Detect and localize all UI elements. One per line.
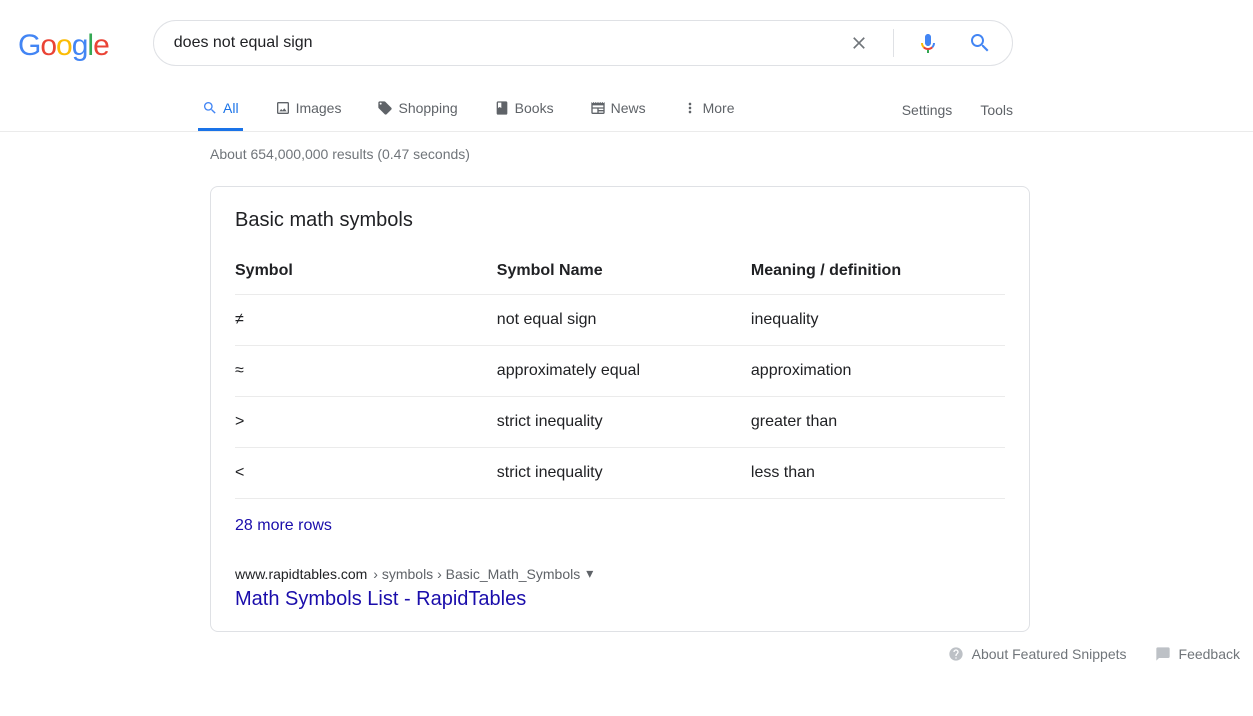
google-logo[interactable]: Google (18, 29, 109, 63)
tag-icon (377, 100, 393, 116)
voice-search-icon[interactable] (910, 31, 946, 55)
feedback-icon (1155, 646, 1171, 662)
book-icon (494, 100, 510, 116)
tab-more[interactable]: More (678, 88, 739, 131)
result-stats: About 654,000,000 results (0.47 seconds) (210, 146, 1253, 162)
search-small-icon (202, 100, 218, 116)
cite-path: › symbols › Basic_Math_Symbols (373, 566, 580, 582)
more-vert-icon (682, 100, 698, 116)
cite-domain: www.rapidtables.com (235, 566, 367, 582)
result-title-link[interactable]: Math Symbols List - RapidTables (235, 588, 1005, 611)
tab-all[interactable]: All (198, 88, 243, 131)
table-row: ≈ approximately equal approximation (235, 346, 1005, 397)
image-icon (275, 100, 291, 116)
search-bar (153, 20, 1013, 66)
clear-icon[interactable] (841, 33, 877, 53)
col-meaning: Meaning / definition (751, 252, 1005, 295)
tab-news[interactable]: News (586, 88, 650, 131)
divider (893, 29, 894, 57)
tools-link[interactable]: Tools (980, 90, 1013, 130)
about-snippets-link[interactable]: About Featured Snippets (948, 646, 1127, 662)
snippet-table: Symbol Symbol Name Meaning / definition … (235, 252, 1005, 499)
settings-link[interactable]: Settings (902, 90, 953, 130)
help-icon (948, 646, 964, 662)
table-row: ≠ not equal sign inequality (235, 295, 1005, 346)
news-icon (590, 100, 606, 116)
search-input[interactable] (174, 34, 841, 52)
search-icon[interactable] (962, 31, 998, 55)
cite-dropdown-icon[interactable]: ▾ (586, 565, 593, 582)
table-row: < strict inequality less than (235, 448, 1005, 499)
tab-images[interactable]: Images (271, 88, 346, 131)
tab-shopping[interactable]: Shopping (373, 88, 461, 131)
tab-books[interactable]: Books (490, 88, 558, 131)
featured-snippet: Basic math symbols Symbol Symbol Name Me… (210, 186, 1030, 632)
col-symbol: Symbol (235, 252, 497, 295)
feedback-link[interactable]: Feedback (1155, 646, 1240, 662)
table-row: > strict inequality greater than (235, 397, 1005, 448)
col-name: Symbol Name (497, 252, 751, 295)
more-rows-link[interactable]: 28 more rows (235, 517, 1005, 535)
snippet-heading: Basic math symbols (235, 209, 1005, 232)
